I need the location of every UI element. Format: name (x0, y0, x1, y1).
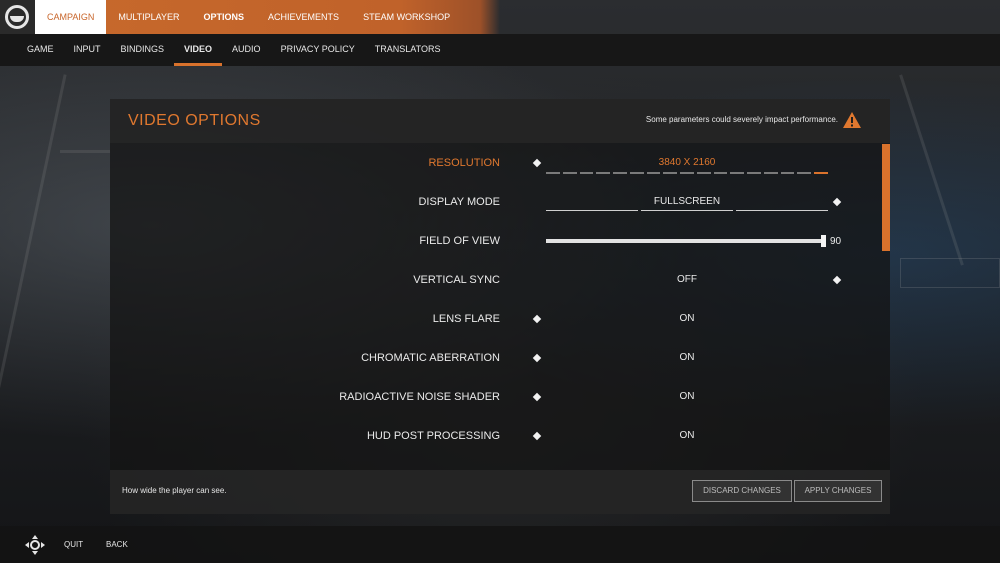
option-label: FIELD OF VIEW (419, 235, 500, 247)
resolution-step[interactable] (646, 172, 661, 174)
fov-slider-handle[interactable] (821, 235, 826, 247)
sub-nav-bar: GAME INPUT BINDINGS VIDEO AUDIO PRIVACY … (0, 34, 1000, 66)
panel-footer: How wide the player can see. DISCARD CHA… (110, 470, 890, 514)
sub-tab-audio[interactable]: AUDIO (222, 34, 271, 66)
option-value: ON (679, 313, 695, 324)
resolution-step[interactable] (629, 172, 644, 174)
display-mode-segment[interactable] (736, 210, 828, 211)
options-list: RESOLUTION 3840 X 2160 DISPLAY MODE FULL… (110, 143, 890, 470)
panel-header: VIDEO OPTIONS Some parameters could seve… (110, 99, 890, 143)
option-value: OFF (677, 274, 697, 285)
apply-changes-button[interactable]: APPLY CHANGES (794, 480, 882, 502)
option-value: 3840 X 2160 (658, 157, 716, 168)
resolution-step[interactable] (663, 172, 678, 174)
resolution-step[interactable] (579, 172, 594, 174)
main-tab-campaign[interactable]: CAMPAIGN (35, 0, 107, 34)
option-row-resolution[interactable]: RESOLUTION 3840 X 2160 (110, 153, 880, 173)
option-row-display-mode[interactable]: DISPLAY MODE FULLSCREEN (110, 192, 880, 212)
option-value: ON (679, 391, 695, 402)
warning-triangle-icon (843, 112, 861, 128)
option-row-lens-flare[interactable]: LENS FLARE ON (110, 309, 880, 329)
resolution-step[interactable] (797, 172, 812, 174)
background-beam (60, 150, 110, 153)
main-nav: CAMPAIGN MULTIPLAYER OPTIONS ACHIEVEMENT… (35, 0, 462, 34)
resolution-step[interactable] (780, 172, 795, 174)
dpad-icon (25, 535, 45, 555)
sub-nav: GAME INPUT BINDINGS VIDEO AUDIO PRIVACY … (17, 34, 450, 66)
background-railing (900, 258, 1000, 288)
option-value: ON (679, 430, 695, 441)
option-label: VERTICAL SYNC (413, 274, 500, 286)
option-row-vertical-sync[interactable]: VERTICAL SYNC OFF (110, 270, 880, 290)
performance-warning-text: Some parameters could severely impact pe… (645, 115, 838, 124)
resolution-step[interactable] (763, 172, 778, 174)
sub-tab-video[interactable]: VIDEO (174, 34, 223, 66)
sub-tab-translators[interactable]: TRANSLATORS (365, 34, 451, 66)
fov-slider-value: 90 (830, 236, 842, 247)
display-mode-segment[interactable] (641, 210, 733, 211)
option-label: HUD POST PROCESSING (366, 430, 500, 442)
option-label: LENS FLARE (432, 313, 500, 325)
option-label: DISPLAY MODE (418, 196, 500, 208)
sub-tab-input[interactable]: INPUT (64, 34, 111, 66)
sub-tab-game[interactable]: GAME (17, 34, 64, 66)
logo-area (0, 0, 35, 34)
display-mode-segment[interactable] (546, 210, 638, 211)
option-label: CHROMATIC ABERRATION (361, 352, 500, 364)
option-label: RESOLUTION (428, 157, 500, 169)
resolution-step[interactable] (713, 172, 728, 174)
option-label: RADIOACTIVE NOISE SHADER (339, 391, 500, 403)
resolution-step[interactable] (596, 172, 611, 174)
option-row-hud-post-processing[interactable]: HUD POST PROCESSING ON (110, 426, 880, 446)
background-beam (899, 74, 964, 266)
lambda-logo-icon (5, 5, 29, 29)
option-row-radioactive-noise-shader[interactable]: RADIOACTIVE NOISE SHADER ON (110, 387, 880, 407)
resolution-step[interactable] (613, 172, 627, 174)
sub-tab-bindings[interactable]: BINDINGS (111, 34, 175, 66)
arrow-right-icon[interactable] (832, 197, 842, 207)
option-row-chromatic-aberration[interactable]: CHROMATIC ABERRATION ON (110, 348, 880, 368)
resolution-step-track[interactable] (546, 172, 829, 174)
resolution-step[interactable] (730, 172, 745, 174)
option-hint-text: How wide the player can see. (122, 486, 227, 495)
option-value: ON (679, 352, 695, 363)
quit-button[interactable]: QUIT (64, 540, 83, 549)
discard-changes-button[interactable]: DISCARD CHANGES (692, 480, 792, 502)
background-beam (0, 74, 67, 486)
page-title: VIDEO OPTIONS (128, 112, 261, 129)
main-tab-steam-workshop[interactable]: STEAM WORKSHOP (351, 0, 462, 34)
sub-tab-privacy-policy[interactable]: PRIVACY POLICY (271, 34, 365, 66)
resolution-step[interactable] (814, 172, 829, 174)
video-options-panel: VIDEO OPTIONS Some parameters could seve… (110, 99, 890, 514)
resolution-step[interactable] (696, 172, 711, 174)
scrollbar-thumb[interactable] (882, 144, 890, 251)
back-button[interactable]: BACK (106, 540, 128, 549)
fov-slider-track[interactable] (546, 239, 824, 243)
option-value: FULLSCREEN (653, 196, 721, 207)
top-bar: CAMPAIGN MULTIPLAYER OPTIONS ACHIEVEMENT… (0, 0, 1000, 34)
main-tab-options[interactable]: OPTIONS (192, 0, 257, 34)
bottom-bar: QUIT BACK (0, 526, 1000, 563)
main-tab-multiplayer[interactable]: MULTIPLAYER (106, 0, 191, 34)
resolution-step[interactable] (747, 172, 761, 174)
resolution-step[interactable] (546, 172, 560, 174)
main-tab-achievements[interactable]: ACHIEVEMENTS (256, 0, 351, 34)
arrow-right-icon[interactable] (832, 275, 842, 285)
resolution-step[interactable] (680, 172, 694, 174)
resolution-step[interactable] (562, 172, 577, 174)
